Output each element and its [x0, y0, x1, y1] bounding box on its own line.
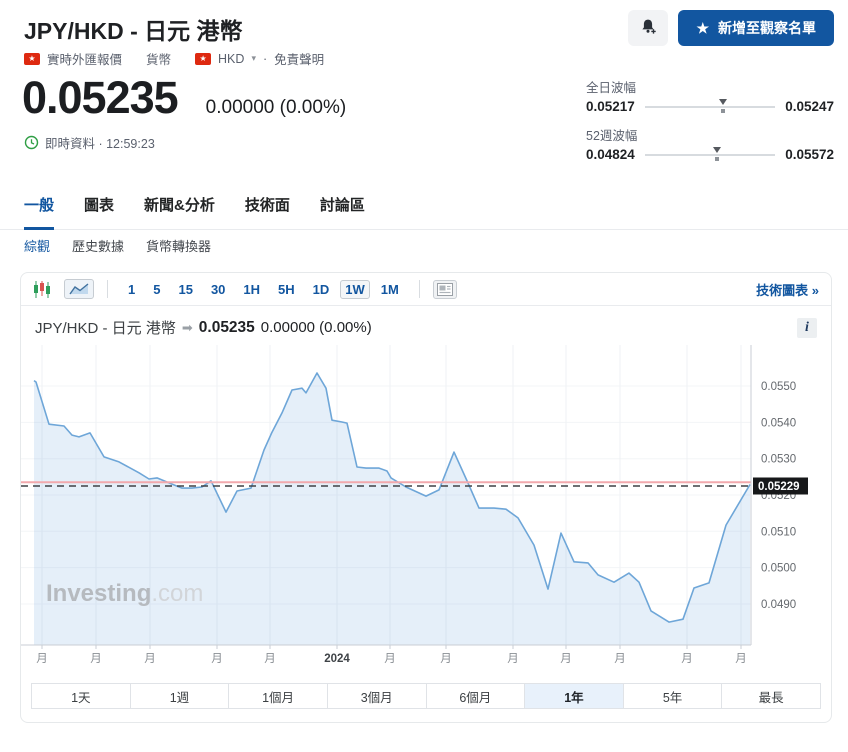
- range-1week[interactable]: 1週: [130, 684, 230, 708]
- breadcrumb-dot: ·: [262, 51, 268, 66]
- chart-card: 1 5 15 30 1H 5H 1D 1W 1M 技術圖表 » JPY/HKD …: [20, 272, 832, 723]
- candlestick-chart-icon[interactable]: [33, 280, 51, 298]
- range-stats: 全日波幅 0.05217 0.05247 52週波幅 0.04824 0.055…: [586, 77, 834, 173]
- interval-buttons: 1 5 15 30 1H 5H 1D 1W 1M: [121, 279, 406, 299]
- range-1day[interactable]: 1天: [32, 684, 131, 708]
- chart-title-row: JPY/HKD - 日元 港幣 ➡ 0.05235 0.00000 (0.00%…: [21, 306, 831, 343]
- range-max[interactable]: 最長: [722, 684, 820, 708]
- bell-plus-icon: [639, 17, 658, 39]
- svg-text:0.0490: 0.0490: [761, 599, 796, 611]
- svg-text:0.0510: 0.0510: [761, 526, 796, 538]
- price-chart-svg[interactable]: 月 月 月 月 月 2024 月 月 月 月 月 月 月 Investing.com 0.0550 0.054…: [21, 345, 831, 669]
- range-1year[interactable]: 1年: [525, 684, 624, 708]
- svg-text:0.0500: 0.0500: [761, 563, 796, 575]
- range-1month[interactable]: 1個月: [229, 684, 328, 708]
- week52-range-high: 0.05572: [785, 147, 834, 162]
- news-overlay-icon[interactable]: [432, 279, 457, 299]
- alert-bell-button[interactable]: [628, 10, 669, 46]
- svg-text:月: 月: [440, 653, 452, 665]
- svg-text:0.05229: 0.05229: [758, 481, 800, 493]
- subtab-overview[interactable]: 綜觀: [24, 236, 50, 255]
- svg-text:0.0540: 0.0540: [761, 417, 796, 429]
- svg-text:月: 月: [560, 653, 572, 665]
- disclaimer-link[interactable]: 免責聲明: [274, 49, 324, 68]
- svg-text:月: 月: [144, 653, 156, 665]
- chart-pair-title: JPY/HKD - 日元 港幣: [35, 320, 176, 337]
- interval-15[interactable]: 15: [171, 280, 199, 299]
- svg-text:月: 月: [36, 653, 48, 665]
- svg-text:月: 月: [90, 653, 102, 665]
- week52-range-low: 0.04824: [586, 147, 635, 162]
- header-actions: ★ 新增至觀察名單: [628, 10, 834, 46]
- toolbar-divider: [418, 280, 420, 298]
- realtime-text: 即時資料 · 12:59:23: [45, 137, 155, 151]
- breadcrumb-currency-section[interactable]: 貨幣: [146, 49, 171, 68]
- breadcrumb-quote-type: 實時外匯報價: [47, 53, 123, 67]
- tab-discussions[interactable]: 討論區: [320, 190, 365, 229]
- svg-text:月: 月: [384, 653, 396, 665]
- realtime-status: 即時資料 · 12:59:23: [24, 133, 155, 152]
- day-range-high: 0.05247: [785, 99, 834, 114]
- tab-charts[interactable]: 圖表: [84, 190, 114, 229]
- interval-1w[interactable]: 1W: [340, 279, 370, 299]
- hk-flag-icon: ★: [24, 52, 40, 65]
- interval-1d[interactable]: 1D: [306, 280, 337, 299]
- range-5years[interactable]: 5年: [623, 684, 723, 708]
- day-range-low: 0.05217: [586, 99, 635, 114]
- svg-text:月: 月: [614, 653, 626, 665]
- toolbar-divider: [107, 280, 108, 298]
- interval-1m[interactable]: 1M: [374, 280, 406, 299]
- currency-dropdown[interactable]: HKD: [218, 52, 244, 66]
- price-block: 0.05235 0.00000 (0.00%): [22, 72, 346, 124]
- week52-range-track: [644, 146, 776, 161]
- interval-5[interactable]: 5: [146, 280, 167, 299]
- svg-text:月: 月: [264, 653, 276, 665]
- chart-toolbar: 1 5 15 30 1H 5H 1D 1W 1M 技術圖表 »: [21, 273, 831, 306]
- current-price: 0.05235: [22, 72, 179, 123]
- interval-1h[interactable]: 1H: [236, 280, 267, 299]
- interval-5h[interactable]: 5H: [271, 280, 302, 299]
- interval-1[interactable]: 1: [121, 280, 142, 299]
- sub-tabs: 綜觀 歷史數據 貨幣轉換器: [24, 236, 211, 255]
- area-chart-icon[interactable]: [64, 279, 94, 299]
- svg-text:0.0530: 0.0530: [761, 454, 796, 466]
- page-title: JPY/HKD - 日元 港幣: [24, 18, 243, 44]
- tab-news-analysis[interactable]: 新聞&分析: [144, 190, 215, 229]
- svg-text:月: 月: [735, 653, 747, 665]
- right-arrow-icon: ➡: [181, 319, 193, 335]
- week52-range-stat: 52週波幅 0.04824 0.05572: [586, 125, 834, 162]
- svg-text:月: 月: [211, 653, 223, 665]
- chart-price: 0.05235: [198, 318, 255, 336]
- day-range-stat: 全日波幅 0.05217 0.05247: [586, 77, 834, 114]
- chart-change: 0.00000 (0.00%): [260, 319, 372, 336]
- watchlist-button-label: 新增至觀察名單: [718, 20, 816, 36]
- day-range-track: [644, 98, 776, 113]
- day-range-label: 全日波幅: [586, 81, 637, 95]
- range-6months[interactable]: 6個月: [426, 684, 526, 708]
- week52-range-label: 52週波幅: [586, 129, 638, 143]
- breadcrumb: ★ 實時外匯報價 貨幣 ★ HKD ▾ · 免責聲明: [24, 49, 324, 68]
- svg-text:月: 月: [507, 653, 519, 665]
- info-icon[interactable]: i: [797, 317, 817, 338]
- svg-text:月: 月: [681, 653, 693, 665]
- star-icon: ★: [696, 19, 709, 36]
- subtab-historical-data[interactable]: 歷史數據: [72, 236, 124, 255]
- tab-technical[interactable]: 技術面: [245, 190, 290, 229]
- subtab-currency-converter[interactable]: 貨幣轉換器: [146, 236, 211, 255]
- technical-chart-link[interactable]: 技術圖表 »: [756, 280, 819, 299]
- main-tabs: 一般 圖表 新聞&分析 技術面 討論區: [0, 190, 848, 230]
- add-to-watchlist-button[interactable]: ★ 新增至觀察名單: [678, 10, 834, 46]
- hk-flag-icon: ★: [195, 52, 212, 65]
- clock-icon: [24, 135, 39, 150]
- svg-text:Investing.com: Investing.com: [46, 580, 203, 607]
- svg-text:0.0550: 0.0550: [761, 381, 796, 393]
- svg-text:2024: 2024: [324, 653, 350, 665]
- interval-30[interactable]: 30: [204, 280, 232, 299]
- range-selector: 1天 1週 1個月 3個月 6個月 1年 5年 最長: [31, 683, 821, 709]
- chevron-down-icon[interactable]: ▾: [251, 53, 256, 64]
- tab-general[interactable]: 一般: [24, 190, 55, 230]
- price-change: 0.00000 (0.00%): [205, 97, 347, 118]
- range-3months[interactable]: 3個月: [327, 684, 427, 708]
